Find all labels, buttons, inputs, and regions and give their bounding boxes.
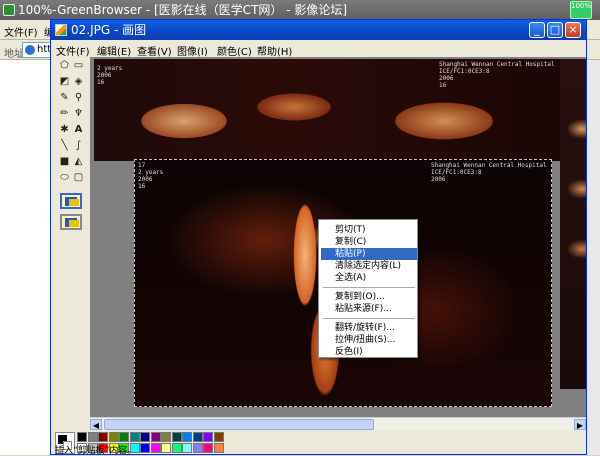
paint-title-bar: 02.JPG - 画图 <box>51 20 586 40</box>
menu-colors[interactable]: 颜色(C) <box>217 43 252 58</box>
toolbox: ⬠ ▭ ◩ ◈ ✎ ⚲ ✏ ♆ ✱ A ╲ ∫ ■ ◭ ⬭ ▢ <box>56 57 86 257</box>
rounded-rect-icon[interactable]: ▢ <box>72 171 85 184</box>
magnifier-icon[interactable]: ⚲ <box>72 91 85 104</box>
ctx-select-all[interactable]: 全选(A) <box>321 272 417 284</box>
palette-swatch[interactable] <box>203 432 213 442</box>
airbrush-icon[interactable]: ✱ <box>58 123 71 136</box>
ctx-flip-rotate[interactable]: 翻转/旋转(F)... <box>321 322 417 334</box>
palette-swatch[interactable] <box>150 432 161 442</box>
transparent-option-icon[interactable] <box>60 214 82 230</box>
globe-icon <box>25 45 35 55</box>
palette-swatch[interactable] <box>129 432 140 442</box>
palette-swatch[interactable] <box>192 432 203 442</box>
fill-icon[interactable]: ◈ <box>72 75 85 88</box>
menu-view[interactable]: 查看(V) <box>137 43 172 58</box>
ctx-copy[interactable]: 复制(C) <box>321 236 417 248</box>
paint-app-icon <box>55 24 67 36</box>
horizontal-scrollbar[interactable]: ◀ ▶ <box>90 417 586 430</box>
paint-title: 02.JPG - 画图 <box>71 23 147 37</box>
browser-app-icon <box>3 4 15 16</box>
brush-icon[interactable]: ♆ <box>72 107 85 120</box>
palette-swatch[interactable] <box>171 432 182 442</box>
palette-swatch[interactable] <box>98 432 108 442</box>
color-picker-icon[interactable]: ✎ <box>58 91 71 104</box>
text-tool-icon[interactable]: A <box>72 123 85 136</box>
ctx-stretch-skew[interactable]: 拉伸/扭曲(S)... <box>321 334 417 346</box>
menu-edit[interactable]: 编辑(E) <box>97 43 131 58</box>
context-menu: 剪切(T) 复制(C) 粘贴(P) 清除选定内容(L) 全选(A) 复制到(O)… <box>318 219 418 358</box>
maximize-button[interactable]: □ <box>547 22 563 38</box>
image-caption-top-right: Shanghai Wennan Central Hospital ICE/FC1… <box>439 61 555 89</box>
palette-swatch[interactable] <box>108 432 119 442</box>
palette-swatch[interactable] <box>213 432 224 442</box>
palette-swatch[interactable] <box>161 432 171 442</box>
image-caption-front-left: 17 2 years 2006 16 <box>138 162 164 190</box>
browser-title: 100%-GreenBrowser - [医影在线（医学CT网） - 影像论坛] <box>18 3 348 17</box>
polygon-icon[interactable]: ◭ <box>72 155 85 168</box>
pencil-icon[interactable]: ✏ <box>58 107 71 120</box>
palette-swatch[interactable] <box>119 432 129 442</box>
ct-image-right-strip <box>560 59 586 389</box>
palette-swatch[interactable] <box>140 432 150 442</box>
palette-swatch[interactable] <box>77 432 87 442</box>
ctx-invert-colors[interactable]: 反色(I) <box>321 346 417 358</box>
ctx-separator <box>323 318 415 319</box>
image-caption-front-right: Shanghai Wennan Central Hospital ICE/FC1… <box>431 162 547 183</box>
rectangle-icon[interactable]: ■ <box>58 155 71 168</box>
zoom-badge-icon[interactable]: 100% <box>570 1 592 19</box>
scroll-thumb[interactable] <box>104 419 374 430</box>
address-label: 地址 <box>4 49 24 60</box>
ctx-cut[interactable]: 剪切(T) <box>321 224 417 236</box>
palette-swatch[interactable] <box>87 432 98 442</box>
ctx-copy-to[interactable]: 复制到(O)... <box>321 291 417 303</box>
scroll-left-icon[interactable]: ◀ <box>90 419 102 430</box>
ctx-paste-from[interactable]: 粘贴来源(F)... <box>321 303 417 315</box>
paint-menubar: 文件(F) 编辑(E) 查看(V) 图像(I) 颜色(C) 帮助(H) <box>51 40 586 58</box>
ellipse-icon[interactable]: ⬭ <box>58 171 71 184</box>
minimize-button[interactable]: _ <box>529 22 545 38</box>
menu-help[interactable]: 帮助(H) <box>257 43 292 58</box>
ctx-paste[interactable]: 粘贴(P) <box>321 248 417 260</box>
browser-right-scrollbar[interactable] <box>585 60 600 455</box>
curve-icon[interactable]: ∫ <box>72 139 85 152</box>
image-caption-top-left: 2 years 2006 16 <box>97 65 123 86</box>
eraser-icon[interactable]: ◩ <box>58 75 71 88</box>
free-select-icon[interactable]: ⬠ <box>58 59 71 72</box>
ct-image-background: 2 years 2006 16 Shanghai Wennan Central … <box>94 59 566 161</box>
close-button[interactable]: × <box>565 22 581 38</box>
ctx-clear-selection[interactable]: 清除选定内容(L) <box>321 260 417 272</box>
line-icon[interactable]: ╲ <box>58 139 71 152</box>
status-bar: 插入“剪贴板”内容。 <box>51 447 586 456</box>
opaque-option-icon[interactable] <box>60 193 82 209</box>
palette-swatch[interactable] <box>182 432 192 442</box>
scroll-right-icon[interactable]: ▶ <box>574 419 586 430</box>
menu-image[interactable]: 图像(I) <box>177 43 208 58</box>
browser-left-pane <box>0 60 52 455</box>
rect-select-icon[interactable]: ▭ <box>72 59 85 72</box>
browser-menu-file[interactable]: 文件(F) <box>4 24 38 39</box>
menu-file[interactable]: 文件(F) <box>56 43 90 58</box>
browser-title-bar: 100%-GreenBrowser - [医影在线（医学CT网） - 影像论坛] <box>0 0 600 20</box>
ctx-separator <box>323 287 415 288</box>
